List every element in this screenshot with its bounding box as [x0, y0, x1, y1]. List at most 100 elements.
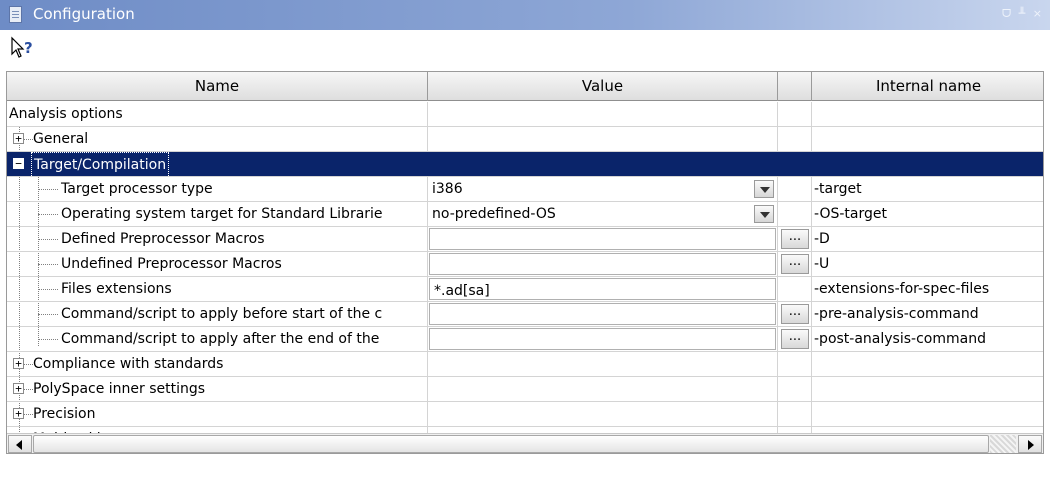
row-internal-name [812, 377, 1043, 401]
post-analysis-field[interactable] [429, 328, 776, 350]
row-value [428, 402, 778, 426]
scroll-thumb[interactable] [33, 435, 989, 453]
row-name: + General [7, 127, 428, 151]
row-name: Command/script to apply before start of … [7, 302, 428, 326]
row-extra: ... [778, 302, 812, 326]
row-name: Operating system target for Standard Lib… [7, 202, 428, 226]
tree-row[interactable]: Command/script to apply after the end of… [7, 327, 1043, 352]
row-value [428, 327, 778, 351]
row-value [428, 377, 778, 401]
row-extra [778, 402, 812, 426]
dropdown-value: i386 [432, 181, 463, 197]
row-extra: ... [778, 227, 812, 251]
row-extra: ... [778, 327, 812, 351]
horizontal-scrollbar[interactable] [7, 433, 1043, 453]
tree-row[interactable]: Analysis options [7, 102, 1043, 127]
tree-row[interactable]: Undefined Preprocessor Macros ... -U [7, 252, 1043, 277]
row-name: − Target/Compilation [7, 152, 428, 176]
column-header-internal-name[interactable]: Internal name [812, 72, 1043, 101]
expand-icon[interactable]: + [13, 408, 24, 419]
scroll-left-icon[interactable] [8, 435, 32, 453]
os-target-dropdown[interactable]: no-predefined-OS [428, 202, 777, 226]
expand-icon[interactable]: + [13, 133, 24, 144]
row-label: Operating system target for Standard Lib… [61, 206, 383, 222]
tree-row[interactable]: + PolySpace inner settings [7, 377, 1043, 402]
scroll-track[interactable] [990, 435, 1016, 453]
dropdown-value: no-predefined-OS [432, 206, 556, 222]
scroll-right-icon[interactable] [1018, 435, 1042, 453]
row-internal-name: -post-analysis-command [814, 331, 986, 347]
expand-icon[interactable]: + [13, 383, 24, 394]
row-extra [778, 277, 812, 301]
row-internal-name: -target [814, 181, 862, 197]
row-value [428, 302, 778, 326]
row-name: + PolySpace inner settings [7, 377, 428, 401]
row-value: i386 [428, 177, 778, 201]
row-extra [778, 127, 812, 151]
row-label: Target/Compilation [31, 152, 170, 176]
row-value: *.ad[sa] [428, 277, 778, 301]
browse-button[interactable]: ... [781, 229, 809, 249]
row-label: PolySpace inner settings [33, 381, 206, 397]
row-extra [778, 352, 812, 376]
row-label: Command/script to apply after the end of… [61, 331, 380, 347]
configuration-grid: Name Value Internal name Analysis option… [6, 71, 1044, 454]
row-extra [778, 377, 812, 401]
collapse-icon[interactable]: − [13, 158, 24, 169]
row-name: Target processor type [7, 177, 428, 201]
chevron-down-icon[interactable] [754, 180, 774, 198]
row-internal-name: -OS-target [814, 206, 887, 222]
row-extra [778, 152, 812, 176]
row-label: Precision [33, 406, 96, 422]
tree-row[interactable]: + Precision [7, 402, 1043, 427]
row-label: Defined Preprocessor Macros [61, 231, 265, 247]
row-internal-name [812, 102, 1043, 126]
window-controls[interactable]: ᗜ ╨ × [1002, 7, 1044, 21]
undefined-macros-field[interactable] [429, 253, 776, 275]
row-value [428, 127, 778, 151]
row-name: + Precision [7, 402, 428, 426]
browse-button[interactable]: ... [781, 329, 809, 349]
tree-row[interactable]: + Compliance with standards [7, 352, 1043, 377]
row-name: Undefined Preprocessor Macros [7, 252, 428, 276]
document-icon [9, 6, 22, 23]
row-value [428, 102, 778, 126]
expand-icon[interactable]: + [13, 358, 24, 369]
tree-row[interactable]: Target processor type i386 -target [7, 177, 1043, 202]
toolbar: ? [0, 30, 1050, 68]
window-titlebar: Configuration ᗜ ╨ × [0, 0, 1050, 30]
row-name: Defined Preprocessor Macros [7, 227, 428, 251]
row-extra: ... [778, 252, 812, 276]
tree-row-selected[interactable]: − Target/Compilation [7, 152, 1043, 177]
pre-analysis-field[interactable] [429, 303, 776, 325]
row-internal-name: -extensions-for-spec-files [814, 281, 990, 297]
row-value [428, 152, 778, 176]
files-extensions-field[interactable]: *.ad[sa] [429, 278, 776, 300]
column-header-name[interactable]: Name [7, 72, 428, 101]
row-name: Files extensions [7, 277, 428, 301]
row-label: Files extensions [61, 281, 172, 297]
field-value: *.ad[sa] [434, 283, 490, 299]
row-internal-name: -D [814, 231, 830, 247]
context-help-icon[interactable]: ? [10, 36, 38, 60]
row-internal-name [812, 402, 1043, 426]
target-processor-dropdown[interactable]: i386 [428, 177, 777, 201]
tree-row[interactable]: Operating system target for Standard Lib… [7, 202, 1043, 227]
row-label: Target processor type [61, 181, 213, 197]
row-name: Command/script to apply after the end of… [7, 327, 428, 351]
svg-text:?: ? [24, 39, 33, 57]
tree-row[interactable]: Command/script to apply before start of … [7, 302, 1043, 327]
tree-row[interactable]: Defined Preprocessor Macros ... -D [7, 227, 1043, 252]
row-label: Compliance with standards [33, 356, 224, 372]
column-header-value[interactable]: Value [428, 72, 778, 101]
row-internal-name [812, 127, 1043, 151]
tree-row[interactable]: Files extensions *.ad[sa] -extensions-fo… [7, 277, 1043, 302]
row-name: + Compliance with standards [7, 352, 428, 376]
browse-button[interactable]: ... [781, 254, 809, 274]
defined-macros-field[interactable] [429, 228, 776, 250]
column-header-extra[interactable] [778, 72, 812, 101]
browse-button[interactable]: ... [781, 304, 809, 324]
chevron-down-icon[interactable] [754, 205, 774, 223]
row-value [428, 352, 778, 376]
tree-row[interactable]: + General [7, 127, 1043, 152]
